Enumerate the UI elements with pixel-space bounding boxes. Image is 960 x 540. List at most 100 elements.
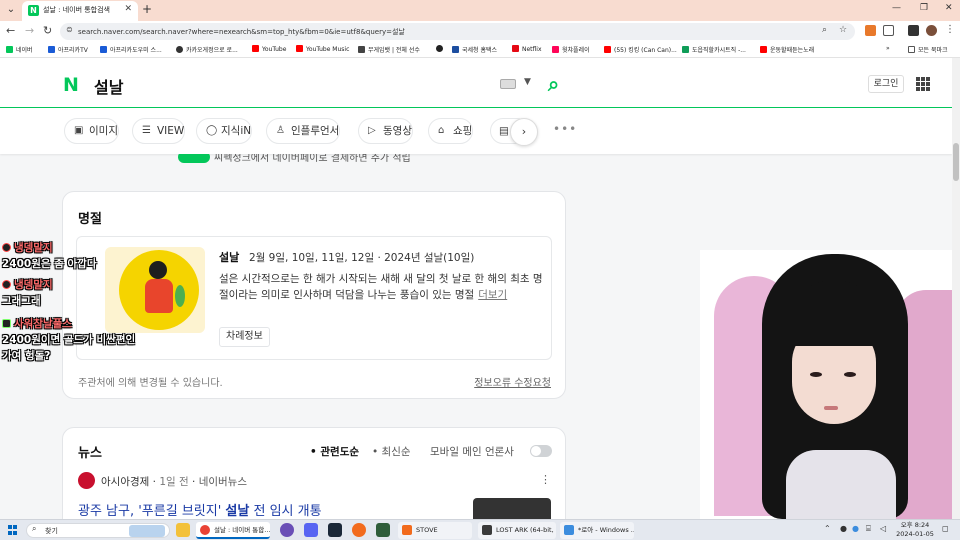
browser-menu-icon[interactable]: ⋮	[945, 24, 955, 35]
press-name[interactable]: 아시아경제	[101, 476, 149, 488]
afreeca-icon	[100, 46, 107, 53]
tabs-next-button[interactable]: ›	[510, 118, 538, 146]
stove-icon	[402, 525, 412, 535]
press-logo[interactable]	[78, 472, 95, 489]
new-tab-icon[interactable]: +	[142, 2, 152, 16]
partial-promo-text[interactable]: 씨펙정크에서 네이버페이로 결제하면 추가 적립	[178, 154, 411, 164]
chrome-icon	[200, 525, 210, 535]
report-error-link[interactable]: 정보오류 수정요청	[474, 374, 551, 389]
bookmark-item[interactable]: 아프리카도우미 스...	[100, 45, 162, 54]
tray-app-icon[interactable]: ●	[852, 524, 859, 533]
kebab-menu-icon[interactable]: ⋮	[540, 473, 551, 486]
bag-icon: ⌂	[438, 125, 445, 136]
bookmark-star-icon[interactable]: ☆	[839, 25, 847, 35]
profile-avatar[interactable]	[926, 25, 937, 36]
sort-latest[interactable]: • 최신순	[372, 444, 411, 459]
volume-icon[interactable]: ◁	[880, 524, 886, 533]
news-headline[interactable]: 광주 남구, '푸른길 브릿지' 설날 전 임시 개통	[78, 500, 322, 519]
bookmark-item[interactable]	[436, 45, 446, 53]
tab-search-icon[interactable]: ⌄	[4, 3, 18, 17]
taskbar-task-chrome[interactable]: 설날 : 네이버 통합...	[196, 522, 270, 539]
mobile-main-toggle[interactable]	[530, 445, 552, 457]
search-query[interactable]: 설날	[94, 74, 123, 98]
chat-line: 2400원이면 골드가 비싼편인	[2, 334, 136, 346]
windows-start-icon[interactable]	[8, 525, 18, 535]
file-explorer-icon[interactable]	[176, 523, 190, 537]
page-scrollbar[interactable]	[952, 58, 960, 519]
tab-image[interactable]: ▣ 이미지	[64, 118, 119, 144]
youtube-icon	[296, 45, 303, 52]
reload-icon[interactable]: ↻	[43, 24, 52, 37]
news-thumbnail[interactable]	[473, 498, 551, 519]
bookmark-item[interactable]: 카카오게정으로 로...	[176, 45, 238, 54]
windows-taskbar: ⌕ 찾기 설날 : 네이버 통합... STOVE LOST ARK (64-b…	[0, 519, 960, 540]
tab-influencer[interactable]: ♙ 인플루언서	[266, 118, 341, 144]
bookmark-item[interactable]: 도읍직할카시트직 -...	[682, 45, 746, 54]
app-icon[interactable]	[376, 523, 390, 537]
bookmark-item[interactable]: YouTube	[252, 45, 286, 53]
bookmark-item[interactable]: Netflix	[512, 45, 542, 53]
login-button[interactable]: 로그인	[868, 75, 904, 93]
window-close-icon[interactable]: ✕	[945, 3, 953, 13]
news-title: 뉴스	[78, 446, 102, 461]
holiday-name[interactable]: 설날	[219, 249, 239, 265]
bookmark-item[interactable]: 아프리카TV	[48, 45, 88, 54]
app-icon[interactable]	[352, 523, 366, 537]
network-icon[interactable]: ⌸	[866, 524, 871, 534]
bookmark-item[interactable]: 네이버	[6, 45, 33, 54]
steam-icon[interactable]	[328, 523, 342, 537]
extensions-puzzle-icon[interactable]	[883, 25, 894, 36]
naver-news-link[interactable]: 네이버뉴스	[199, 476, 247, 488]
tray-app-icon[interactable]: ●	[840, 524, 847, 533]
taskbar-task-notepad[interactable]: *로아 - Windows ...	[560, 522, 634, 539]
all-bookmarks[interactable]: 모든 북마크	[908, 45, 948, 54]
notification-icon[interactable]: ◻	[942, 524, 949, 533]
bookmark-item[interactable]: 운동할때듣는노래	[760, 45, 814, 54]
taskbar-search[interactable]: ⌕ 찾기	[26, 523, 170, 538]
keyboard-icon[interactable]	[500, 79, 516, 89]
extension-icon[interactable]	[865, 25, 876, 36]
bookmark-item[interactable]: 국세청 홈택스	[452, 45, 497, 54]
minimize-icon[interactable]: —	[892, 3, 901, 13]
site-info-icon[interactable]: ⊜	[66, 25, 73, 34]
tab-shopping[interactable]: ⌂ 쇼핑	[428, 118, 474, 144]
bookmark-item[interactable]: 윗챠플레이	[552, 45, 590, 54]
close-icon[interactable]: ✕	[124, 4, 132, 14]
side-panel-icon[interactable]	[908, 25, 919, 36]
forward-icon[interactable]: →	[25, 24, 34, 37]
system-clock[interactable]: 오후 8:24 2024-01-05	[896, 521, 934, 539]
search-icon[interactable]: ⌕	[548, 72, 559, 96]
bookmark-item[interactable]: (55) 킹킹 (Can Can)...	[604, 45, 677, 54]
bookmark-item[interactable]: 무게임뱃 | 전체 선수	[358, 45, 420, 54]
naver-search-header: N 설날 ▼ ⌕ 로그인	[0, 58, 952, 108]
app-icon[interactable]	[280, 523, 294, 537]
tab-video[interactable]: ▷ 동영상	[358, 118, 413, 144]
afreeca-icon	[48, 46, 55, 53]
browser-tab[interactable]: N 설날 : 네이버 통합검색 ✕	[22, 1, 138, 21]
search-category-tabs: ▣ 이미지 ☰ VIEW ◯ 지식iN ♙ 인플루언서 ▷ 동영상 ⌂ 쇼핑 ▤	[0, 108, 952, 154]
zoom-icon[interactable]: ⌕	[822, 25, 827, 35]
sort-related[interactable]: • 관련도순	[310, 444, 359, 459]
watcha-icon	[552, 46, 559, 53]
chevron-down-icon[interactable]: ▼	[524, 77, 531, 87]
tray-overflow-icon[interactable]: ⌃	[824, 524, 831, 533]
maximize-icon[interactable]: ❐	[920, 3, 928, 13]
bookmark-item[interactable]: YouTube Music	[296, 45, 349, 53]
scrollbar-thumb[interactable]	[953, 143, 959, 181]
more-dots-icon[interactable]: •••	[553, 122, 577, 136]
news-card: 뉴스 • 관련도순 • 최신순 모바일 메인 언론사 아시아경제 · 1일 전 …	[62, 427, 566, 519]
chat-badge-icon	[2, 243, 11, 252]
more-link[interactable]: 더보기	[478, 289, 507, 301]
bookmarks-overflow-icon[interactable]: »	[886, 45, 890, 52]
address-bar[interactable]: ⊜ search.naver.com/search.naver?where=ne…	[60, 23, 855, 40]
apps-grid-icon[interactable]	[916, 77, 930, 91]
taskbar-task-stove[interactable]: STOVE	[398, 522, 472, 539]
taskbar-task-lostark[interactable]: LOST ARK (64-bit, ...	[478, 522, 556, 539]
holiday-illustration[interactable]	[105, 247, 205, 333]
tab-kin[interactable]: ◯ 지식iN	[196, 118, 253, 144]
naver-logo[interactable]: N	[63, 76, 81, 95]
back-icon[interactable]: ←	[6, 24, 15, 37]
tab-view[interactable]: ☰ VIEW	[132, 118, 186, 144]
ritual-info-chip[interactable]: 차례정보	[219, 327, 270, 347]
discord-icon[interactable]	[304, 523, 318, 537]
